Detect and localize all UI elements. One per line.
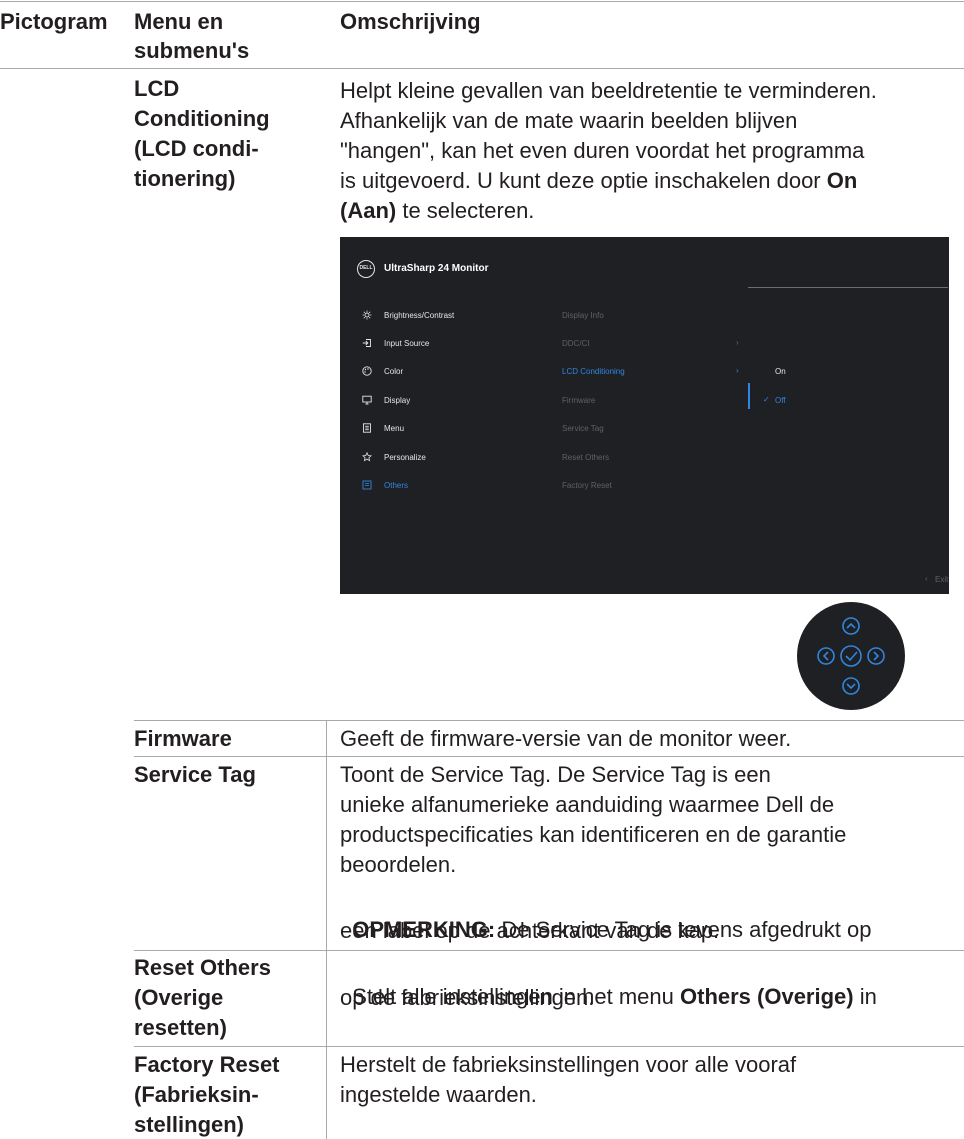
- column-divider: [326, 720, 327, 1139]
- lcd-name-2: Conditioning: [134, 106, 270, 131]
- lcd-desc-aan: (Aan): [340, 198, 397, 223]
- osd-menu-input-source[interactable]: Input Source: [384, 339, 429, 349]
- service-tag-note-2: een label op de achterkant van de kap.: [340, 918, 720, 943]
- factory-reset-desc-1: Herstelt de fabrieksinstellingen voor al…: [340, 1052, 797, 1077]
- lcd-desc-3: "hangen", kan het even duren voordat het…: [340, 138, 865, 163]
- osd-menu-display[interactable]: Display: [384, 396, 410, 406]
- dell-logo: DELL: [357, 260, 375, 278]
- service-tag-desc-2: unieke alfanumerieke aanduiding waarmee …: [340, 792, 835, 817]
- table-top-rule: [0, 1, 964, 2]
- header-bottom-rule: [0, 68, 964, 69]
- osd-title: UltraSharp 24 Monitor: [384, 263, 489, 274]
- factory-reset-name-1: Factory Reset: [134, 1052, 280, 1077]
- rule-before-factory-reset: [134, 1046, 964, 1047]
- lcd-name-1: LCD: [134, 76, 180, 101]
- lcd-name-3: (LCD condi-: [134, 136, 259, 161]
- factory-reset-desc-2: ingestelde waarden.: [340, 1082, 537, 1107]
- osd-option-focus-bar: [748, 383, 750, 409]
- display-icon: [362, 395, 372, 405]
- brightness-icon: [362, 310, 372, 320]
- lcd-name-4: tionering): [134, 166, 236, 191]
- osd-sub-ddcci-chevron: ›: [736, 338, 739, 347]
- osd-sub-service-tag[interactable]: Service Tag: [562, 424, 604, 434]
- reset-others-name-3: resetten): [134, 1015, 227, 1040]
- lcd-desc-on: On: [826, 168, 858, 193]
- osd-title-divider: [748, 287, 948, 288]
- joystick-graphic: [796, 601, 906, 711]
- reset-others-desc-2: op de fabrieksinstellingen.: [340, 985, 595, 1010]
- osd-menu-screenshot: DELL UltraSharp 24 Monitor Brightness/Co…: [340, 237, 949, 594]
- lcd-desc-2: Afhankelijk van de mate waarin beelden b…: [340, 108, 798, 133]
- osd-sub-ddcci[interactable]: DDC/CI: [562, 339, 590, 349]
- star-icon: [362, 452, 372, 462]
- lcd-desc-tail: te selecteren.: [402, 198, 535, 223]
- osd-menu-color[interactable]: Color: [384, 367, 403, 377]
- osd-sub-lcd-conditioning[interactable]: LCD Conditioning: [562, 367, 625, 377]
- reset-others-desc-post: in: [853, 984, 877, 1009]
- osd-exit-chevron-icon: ‹: [925, 574, 928, 583]
- rule-before-reset-others: [134, 950, 964, 951]
- service-tag-name: Service Tag: [134, 762, 256, 787]
- osd-option-check-icon: ✓: [763, 395, 770, 404]
- reset-others-desc-bold: Others (Overige): [680, 984, 854, 1009]
- color-icon: [362, 366, 372, 376]
- lcd-desc-4: is uitgevoerd. U kunt deze optie inschak…: [340, 166, 857, 195]
- osd-sub-factory-reset[interactable]: Factory Reset: [562, 481, 612, 491]
- osd-menu-personalize[interactable]: Personalize: [384, 453, 426, 463]
- osd-sub-display-info[interactable]: Display Info: [562, 311, 604, 321]
- osd-exit[interactable]: Exit: [935, 575, 948, 585]
- osd-sub-firmware[interactable]: Firmware: [562, 396, 595, 406]
- rule-before-service-tag: [134, 756, 964, 757]
- rule-before-firmware: [134, 720, 964, 721]
- header-description: Omschrijving: [340, 9, 481, 34]
- others-icon: [362, 480, 372, 490]
- osd-menu-menu[interactable]: Menu: [384, 424, 404, 434]
- lcd-desc-4-text: is uitgevoerd. U kunt deze optie inschak…: [340, 168, 821, 193]
- header-pictogram: Pictogram: [0, 9, 108, 34]
- firmware-desc: Geeft de firmware-versie van de monitor …: [340, 726, 792, 751]
- header-menu-line1: Menu en: [134, 9, 224, 34]
- lcd-desc-5: (Aan) te selecteren.: [340, 196, 534, 225]
- lcd-desc-1: Helpt kleine gevallen van beeldretentie …: [340, 78, 877, 103]
- osd-sub-lcd-chevron: ›: [736, 366, 739, 375]
- osd-option-off[interactable]: Off: [775, 396, 786, 406]
- menu-icon: [362, 423, 372, 433]
- service-tag-desc-1: Toont de Service Tag. De Service Tag is …: [340, 762, 771, 787]
- header-menu-line2: submenu's: [134, 38, 250, 63]
- factory-reset-name-3: stellingen): [134, 1112, 245, 1137]
- input-source-icon: [362, 338, 372, 348]
- osd-option-on[interactable]: On: [775, 367, 786, 377]
- firmware-name: Firmware: [134, 726, 232, 751]
- service-tag-desc-4: beoordelen.: [340, 852, 457, 877]
- factory-reset-name-2: (Fabrieksin-: [134, 1082, 259, 1107]
- osd-menu-brightness[interactable]: Brightness/Contrast: [384, 311, 454, 321]
- reset-others-name-1: Reset Others: [134, 955, 271, 980]
- reset-others-name-2: (Overige: [134, 985, 224, 1010]
- service-tag-desc-3: productspecificaties kan identificeren e…: [340, 822, 847, 847]
- osd-menu-others[interactable]: Others: [384, 481, 408, 491]
- osd-sub-reset-others[interactable]: Reset Others: [562, 453, 609, 463]
